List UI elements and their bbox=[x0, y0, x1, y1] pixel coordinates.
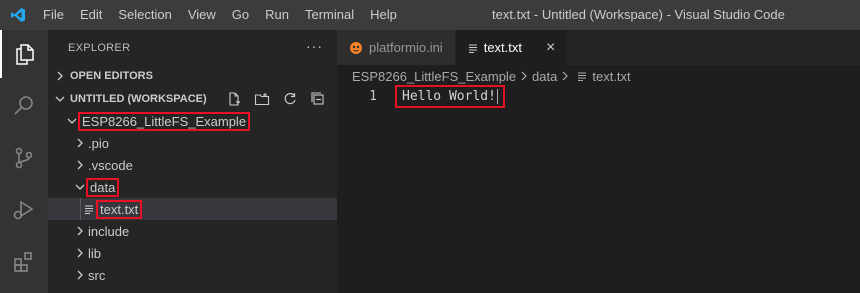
workspace-label: UNTITLED (WORKSPACE) bbox=[70, 93, 207, 105]
tab-label-platformio: platformio.ini bbox=[369, 40, 443, 55]
tree-folder-data[interactable]: data bbox=[48, 176, 337, 198]
tree-folder-pio[interactable]: .pio bbox=[48, 132, 337, 154]
activity-bar bbox=[0, 30, 48, 293]
run-debug-icon[interactable] bbox=[0, 186, 48, 234]
tree-folder-src[interactable]: src bbox=[48, 264, 337, 286]
menu-help[interactable]: Help bbox=[362, 0, 405, 30]
breadcrumb: ESP8266_LittleFS_Example data text.txt bbox=[337, 65, 860, 87]
new-file-icon[interactable] bbox=[223, 90, 245, 108]
text-file-icon bbox=[84, 204, 94, 214]
tab-text-txt[interactable]: text.txt × bbox=[455, 30, 569, 65]
breadcrumb-file[interactable]: text.txt bbox=[592, 69, 630, 84]
chevron-right-icon bbox=[72, 270, 88, 280]
collapse-all-icon[interactable] bbox=[307, 90, 329, 108]
explorer-sidebar: EXPLORER ··· OPEN EDITORS UNTITLED (WORK… bbox=[48, 30, 337, 293]
chevron-right-icon bbox=[72, 138, 88, 148]
code-text: Hello World! bbox=[402, 89, 496, 104]
window-title: text.txt - Untitled (Workspace) - Visual… bbox=[492, 7, 785, 22]
line-number: 1 bbox=[369, 89, 377, 104]
menu-terminal[interactable]: Terminal bbox=[297, 0, 362, 30]
code-line-text[interactable]: Hello World! bbox=[395, 85, 505, 108]
menu-selection[interactable]: Selection bbox=[110, 0, 179, 30]
menu-go[interactable]: Go bbox=[224, 0, 257, 30]
editor-area: platformio.ini text.txt × ESP8266_Little… bbox=[337, 30, 860, 293]
new-folder-icon[interactable] bbox=[251, 90, 273, 108]
menu-file[interactable]: File bbox=[36, 0, 72, 30]
chevron-right-icon bbox=[520, 69, 528, 84]
refresh-icon[interactable] bbox=[279, 90, 301, 108]
workspace-actions bbox=[223, 90, 329, 108]
tree-label-project: ESP8266_LittleFS_Example bbox=[77, 111, 251, 131]
chevron-down-icon bbox=[64, 116, 80, 126]
tree-label-src: src bbox=[88, 267, 106, 283]
chevron-down-icon bbox=[50, 94, 70, 104]
breadcrumb-data[interactable]: data bbox=[532, 69, 557, 84]
tree-label-text-txt: text.txt bbox=[95, 199, 143, 219]
explorer-header: EXPLORER ··· bbox=[48, 30, 337, 65]
platformio-icon bbox=[349, 41, 363, 55]
tree-label-pio: .pio bbox=[88, 135, 109, 151]
vscode-logo-icon bbox=[0, 0, 36, 30]
chevron-right-icon bbox=[561, 69, 569, 84]
title-bar: File Edit Selection View Go Run Terminal… bbox=[0, 0, 860, 30]
chevron-right-icon bbox=[72, 160, 88, 170]
extensions-icon[interactable] bbox=[0, 238, 48, 286]
code-line[interactable]: 1 Hello World! bbox=[337, 85, 860, 108]
tree-file-text-txt[interactable]: text.txt bbox=[48, 198, 337, 220]
more-actions-icon[interactable]: ··· bbox=[306, 38, 323, 54]
tab-platformio-ini[interactable]: platformio.ini bbox=[337, 30, 456, 65]
menu-edit[interactable]: Edit bbox=[72, 0, 110, 30]
explorer-title: EXPLORER bbox=[68, 41, 131, 54]
editor-tabs: platformio.ini text.txt × bbox=[337, 30, 860, 65]
chevron-right-icon bbox=[50, 71, 70, 81]
open-editors-label: OPEN EDITORS bbox=[70, 70, 153, 82]
tree-folder-project[interactable]: ESP8266_LittleFS_Example bbox=[48, 110, 337, 132]
chevron-down-icon bbox=[72, 182, 88, 192]
search-icon[interactable] bbox=[0, 82, 48, 130]
tree-folder-vscode[interactable]: .vscode bbox=[48, 154, 337, 176]
menu-view[interactable]: View bbox=[180, 0, 224, 30]
chevron-right-icon bbox=[72, 226, 88, 236]
breadcrumb-project[interactable]: ESP8266_LittleFS_Example bbox=[352, 69, 516, 84]
text-file-icon bbox=[468, 43, 478, 53]
menu-run[interactable]: Run bbox=[257, 0, 297, 30]
open-editors-section[interactable]: OPEN EDITORS bbox=[48, 65, 337, 87]
tree-label-vscode: .vscode bbox=[88, 157, 133, 173]
tab-label-text-txt: text.txt bbox=[483, 40, 522, 55]
chevron-right-icon bbox=[72, 248, 88, 258]
tree-label-include: include bbox=[88, 223, 130, 239]
explorer-icon[interactable] bbox=[0, 30, 48, 78]
tree-label-data: data bbox=[85, 177, 120, 197]
close-icon[interactable]: × bbox=[546, 39, 555, 57]
tree-folder-include[interactable]: include bbox=[48, 220, 337, 242]
menu-bar: File Edit Selection View Go Run Terminal… bbox=[36, 0, 405, 30]
tree-label-lib: lib bbox=[88, 245, 102, 261]
tree-folder-lib[interactable]: lib bbox=[48, 242, 337, 264]
text-cursor bbox=[496, 89, 498, 104]
source-control-icon[interactable] bbox=[0, 134, 48, 182]
workspace-section[interactable]: UNTITLED (WORKSPACE) bbox=[48, 88, 337, 110]
indent-guide bbox=[80, 198, 81, 220]
text-file-icon bbox=[577, 71, 587, 81]
